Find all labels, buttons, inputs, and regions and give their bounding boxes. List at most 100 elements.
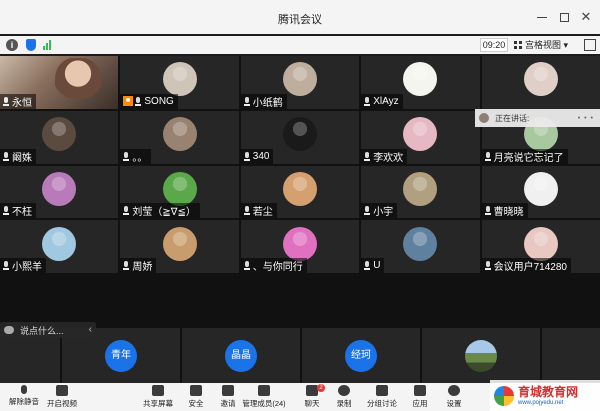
avatar [465,339,497,372]
mic-muted-icon [243,151,250,161]
video-tile[interactable]: 曹晓晓 [481,165,600,219]
video-tile[interactable]: 李欢欢 [361,110,480,164]
video-tile[interactable]: 永恒 [0,56,119,109]
video-tile[interactable] [481,56,600,109]
mic-muted-icon [484,151,491,161]
video-tile[interactable]: 小熙羊 [0,220,119,274]
members-button[interactable]: 管理成员(24) [242,385,286,411]
video-tile[interactable]: 小纸鹤 [240,56,360,109]
video-tile[interactable]: 340 [240,110,360,164]
chat-input[interactable]: 说点什么... ‹ [0,322,96,338]
maximize-button[interactable] [556,10,572,24]
mic-icon [21,385,27,394]
avatar [403,62,438,97]
mic-muted-icon [135,96,142,106]
video-tile[interactable]: 会议用户714280 [481,220,600,274]
mic-icon [3,96,9,106]
mic-muted-icon [3,151,9,161]
participant-name: 、与你同行 [252,262,303,274]
mic-muted-icon [364,151,371,161]
control-label: 管理成员(24) [242,399,286,408]
speaking-dots-icon: • • • [577,114,594,122]
avatar [42,171,77,206]
participant-name-bar: 小宇 [361,203,398,219]
participant-name: 月亮说它忘记了 [493,152,564,164]
video-tile[interactable] [422,328,540,383]
window-title: 腾讯会议 [278,14,322,26]
video-tile[interactable]: 。。 [120,110,239,164]
participant-name-bar: 若尘 [240,203,277,219]
camera-feed [55,58,101,109]
video-tile[interactable]: 若尘 [240,165,360,219]
participant-name: XlAyz [373,95,399,107]
participant-name: U [373,260,381,272]
shield-icon [190,385,202,396]
breakout-icon [376,385,388,396]
mic-muted-icon [243,206,250,216]
close-button[interactable]: ✕ [578,10,594,24]
user-icon [123,96,134,107]
participant-name-bar: 340 [240,148,274,164]
mic-muted-icon [243,96,250,106]
participant-name: 小宇 [373,207,394,219]
video-tile[interactable]: U [361,220,480,274]
gear-button[interactable]: 设置 [432,385,476,411]
members-icon [258,385,270,396]
video-tile[interactable]: 不枉 [0,165,119,219]
participant-name: 340 [252,150,270,162]
speaker-avatar [479,113,489,123]
participant-name-bar: 会议用户714280 [481,258,571,274]
video-tile[interactable]: SONG [120,56,239,109]
participant-name-bar: 小熙羊 [0,258,46,274]
view-mode-label: 宫格视图 [525,40,562,50]
mic-muted-icon [364,261,371,271]
participant-name: 不枉 [12,207,32,219]
participant-name: 小熙羊 [12,262,42,274]
mic-muted-icon [123,261,130,271]
chat-placeholder: 说点什么... [20,325,64,336]
participant-name-bar: 刘莹（≧∇≦） [120,203,200,219]
initials-avatar: 青年 [105,339,137,372]
chevron-left-icon[interactable]: ‹ [89,324,92,336]
video-tile[interactable]: 、与你同行 [240,220,360,274]
avatar [403,171,438,206]
avatar [403,117,438,152]
close-icon: ✕ [580,9,592,24]
mic-muted-icon [123,151,130,161]
meeting-timer: 09:20 [480,38,508,52]
avatar [162,117,197,152]
participant-name: 若尘 [252,207,273,219]
video-tile[interactable]: 晶晶 [182,328,300,383]
video-icon [56,385,68,396]
video-tile[interactable]: 经珂 [302,328,420,383]
grid-icon [514,41,522,49]
video-button[interactable]: 开启视频 [40,385,84,411]
avatar [162,171,197,206]
avatar [282,62,317,97]
minimize-icon [537,16,547,18]
mic-muted-icon [243,261,250,271]
video-tile[interactable]: XlAyz [361,56,480,109]
fullscreen-icon[interactable] [584,39,596,51]
watermark-logo [494,385,514,406]
view-mode-button[interactable]: 宫格视图 ▾ [514,38,578,52]
signal-icon[interactable] [43,40,51,50]
mic-muted-icon [364,96,371,106]
participant-name-bar: 阚姝 [0,148,36,164]
participant-name: 周娇 [132,262,153,274]
video-tile[interactable]: 小宇 [361,165,480,219]
shield-icon[interactable] [26,39,36,51]
video-tile[interactable]: 周娇 [120,220,239,274]
video-tile[interactable]: 刘莹（≧∇≦） [120,165,239,219]
mic-muted-icon [123,206,130,216]
mic-muted-icon [484,206,491,216]
minimize-button[interactable] [534,10,550,24]
participant-name-bar: XlAyz [361,93,403,109]
video-tile[interactable]: 阚姝 [0,110,119,164]
participant-name: 阚姝 [12,152,32,164]
participant-name: 会议用户714280 [493,262,567,274]
mic-muted-icon [364,206,371,216]
info-icon[interactable]: i [6,39,18,51]
participant-name: 李欢欢 [373,152,404,164]
avatar [282,117,317,152]
